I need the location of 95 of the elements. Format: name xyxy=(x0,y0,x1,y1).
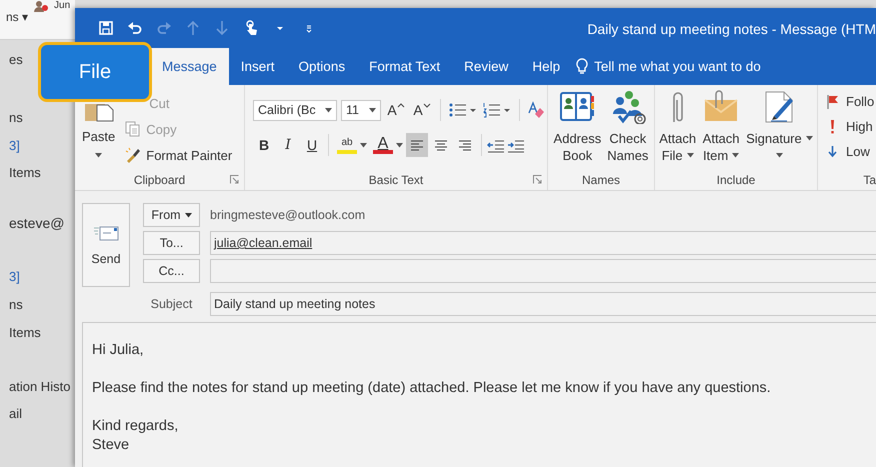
highlight-button[interactable]: ab xyxy=(334,133,370,157)
envelope-icon xyxy=(93,224,119,242)
save-icon[interactable] xyxy=(98,20,114,36)
shrink-font-button[interactable]: A xyxy=(411,98,433,122)
body-text: Hi Julia, xyxy=(92,341,145,360)
check-names-button[interactable]: Check Names xyxy=(605,90,650,169)
color-bar-icon xyxy=(373,150,393,154)
font-size-field[interactable]: 11 xyxy=(341,100,381,120)
cc-button[interactable]: Cc... xyxy=(143,259,200,283)
group-label: Names xyxy=(582,172,620,186)
cc-field[interactable] xyxy=(210,259,876,283)
body-text: Please find the notes for stand up meeting (date) attached. Please let me know if you have any questions. xyxy=(92,379,772,398)
envelope-clip-icon xyxy=(702,90,740,124)
body-text: Steve xyxy=(92,436,130,455)
underline-button[interactable]: U xyxy=(301,133,323,157)
ribbon-tab[interactable]: Insert xyxy=(228,48,287,85)
folder-item[interactable]: ail xyxy=(9,404,22,424)
caret-icon xyxy=(325,108,332,112)
align-icon xyxy=(409,138,425,152)
unread-count[interactable]: 3] xyxy=(9,136,20,156)
font-color-button[interactable]: A xyxy=(372,133,404,157)
dialog-launcher-icon[interactable] xyxy=(230,175,239,184)
clear-formatting-icon[interactable] xyxy=(527,101,545,119)
caret-icon xyxy=(422,102,431,108)
message-body[interactable]: Hi Julia, Please find the notes for stand up meeting (date) attached. Please let me know if you have any questions. Kind regards, Steve xyxy=(82,322,876,467)
send-button[interactable]: Send xyxy=(82,203,130,287)
undo-icon[interactable] xyxy=(127,20,143,36)
follow-up-button[interactable]: Follo xyxy=(826,89,876,114)
from-button[interactable]: From xyxy=(143,203,200,227)
folder-item[interactable]: Items xyxy=(9,323,41,343)
subject-label: Subject xyxy=(150,297,194,311)
flag-icon xyxy=(826,94,840,110)
folder-item[interactable]: ns xyxy=(9,295,23,315)
increase-indent-icon[interactable] xyxy=(507,138,525,152)
clipboard-icon xyxy=(82,104,115,122)
caret-icon xyxy=(686,153,694,158)
subject-field[interactable]: Daily stand up meeting notes xyxy=(210,292,876,316)
tell-me-search[interactable]: Tell me what you want to do xyxy=(594,59,761,74)
group-label: Include xyxy=(716,172,756,186)
caret-icon xyxy=(732,153,740,158)
folder-item[interactable]: ns xyxy=(9,108,23,128)
view-menu[interactable]: ns ▾ xyxy=(6,10,28,24)
folder-item[interactable]: es xyxy=(9,50,23,70)
paperclip-icon xyxy=(672,90,684,124)
caret-icon xyxy=(360,142,367,148)
ribbon-tab[interactable]: Format Text xyxy=(357,48,452,85)
caret-icon xyxy=(369,108,376,112)
high-importance-button[interactable]: High xyxy=(826,114,876,139)
attach-item-button[interactable]: Attach Item xyxy=(700,90,742,169)
align-icon xyxy=(433,138,449,152)
caret-icon xyxy=(396,142,403,148)
ribbon-tab[interactable]: Help xyxy=(520,48,572,85)
numbering-icon[interactable] xyxy=(482,102,512,118)
lightbulb-icon[interactable] xyxy=(576,58,588,75)
to-button[interactable]: To... xyxy=(143,231,200,255)
decrease-indent-icon[interactable] xyxy=(487,138,505,152)
ribbon-tab[interactable]: Review xyxy=(452,48,520,85)
address-book-icon xyxy=(558,90,596,124)
caret-icon xyxy=(776,153,783,158)
body-text: Kind regards, xyxy=(92,417,180,436)
attach-file-button[interactable]: Attach File xyxy=(657,90,698,169)
window-title: Daily stand up meeting notes - Message (HTM xyxy=(587,20,876,37)
caret-icon xyxy=(396,102,405,108)
folder-item[interactable]: Items xyxy=(9,163,41,183)
caret-icon xyxy=(806,136,813,141)
bold-button[interactable]: B xyxy=(253,133,275,157)
bullets-icon[interactable] xyxy=(448,102,478,118)
align-left-button[interactable] xyxy=(406,133,428,157)
group-label: Basic Text xyxy=(368,172,424,186)
font-name-field[interactable]: Calibri (Bc xyxy=(253,100,337,120)
from-address: bringmesteve@outlook.com xyxy=(210,208,366,222)
grow-font-button[interactable]: A xyxy=(385,98,407,122)
to-field[interactable]: julia@clean.email xyxy=(210,231,876,255)
person-icon[interactable] xyxy=(34,0,48,12)
copy-icon xyxy=(125,121,142,137)
group-label: Clipboard xyxy=(134,172,186,186)
ribbon-tab[interactable]: Options xyxy=(286,48,358,85)
caret-icon xyxy=(184,212,192,218)
caret-icon xyxy=(95,153,102,158)
group-label: Ta xyxy=(863,172,876,186)
address-book-button[interactable]: Address Book xyxy=(552,90,604,169)
unread-count[interactable]: 3] xyxy=(9,267,20,287)
signature-button[interactable]: Signature xyxy=(744,90,815,169)
italic-button[interactable]: I xyxy=(277,133,299,157)
folder-item[interactable]: ation Histo xyxy=(9,377,70,397)
paintbrush-icon xyxy=(125,147,142,163)
format-painter-button[interactable]: Format Painter xyxy=(125,142,232,168)
paste-button[interactable]: Paste xyxy=(80,104,118,169)
file-tab[interactable]: File xyxy=(38,42,152,102)
account-name[interactable]: esteve@ xyxy=(9,213,64,233)
ribbon-tab[interactable]: Message xyxy=(150,48,229,85)
dialog-launcher-icon[interactable] xyxy=(533,175,542,184)
low-importance-button[interactable]: Low xyxy=(826,139,876,164)
toolbar-label[interactable]: Jun xyxy=(54,0,70,11)
align-icon xyxy=(457,138,473,152)
